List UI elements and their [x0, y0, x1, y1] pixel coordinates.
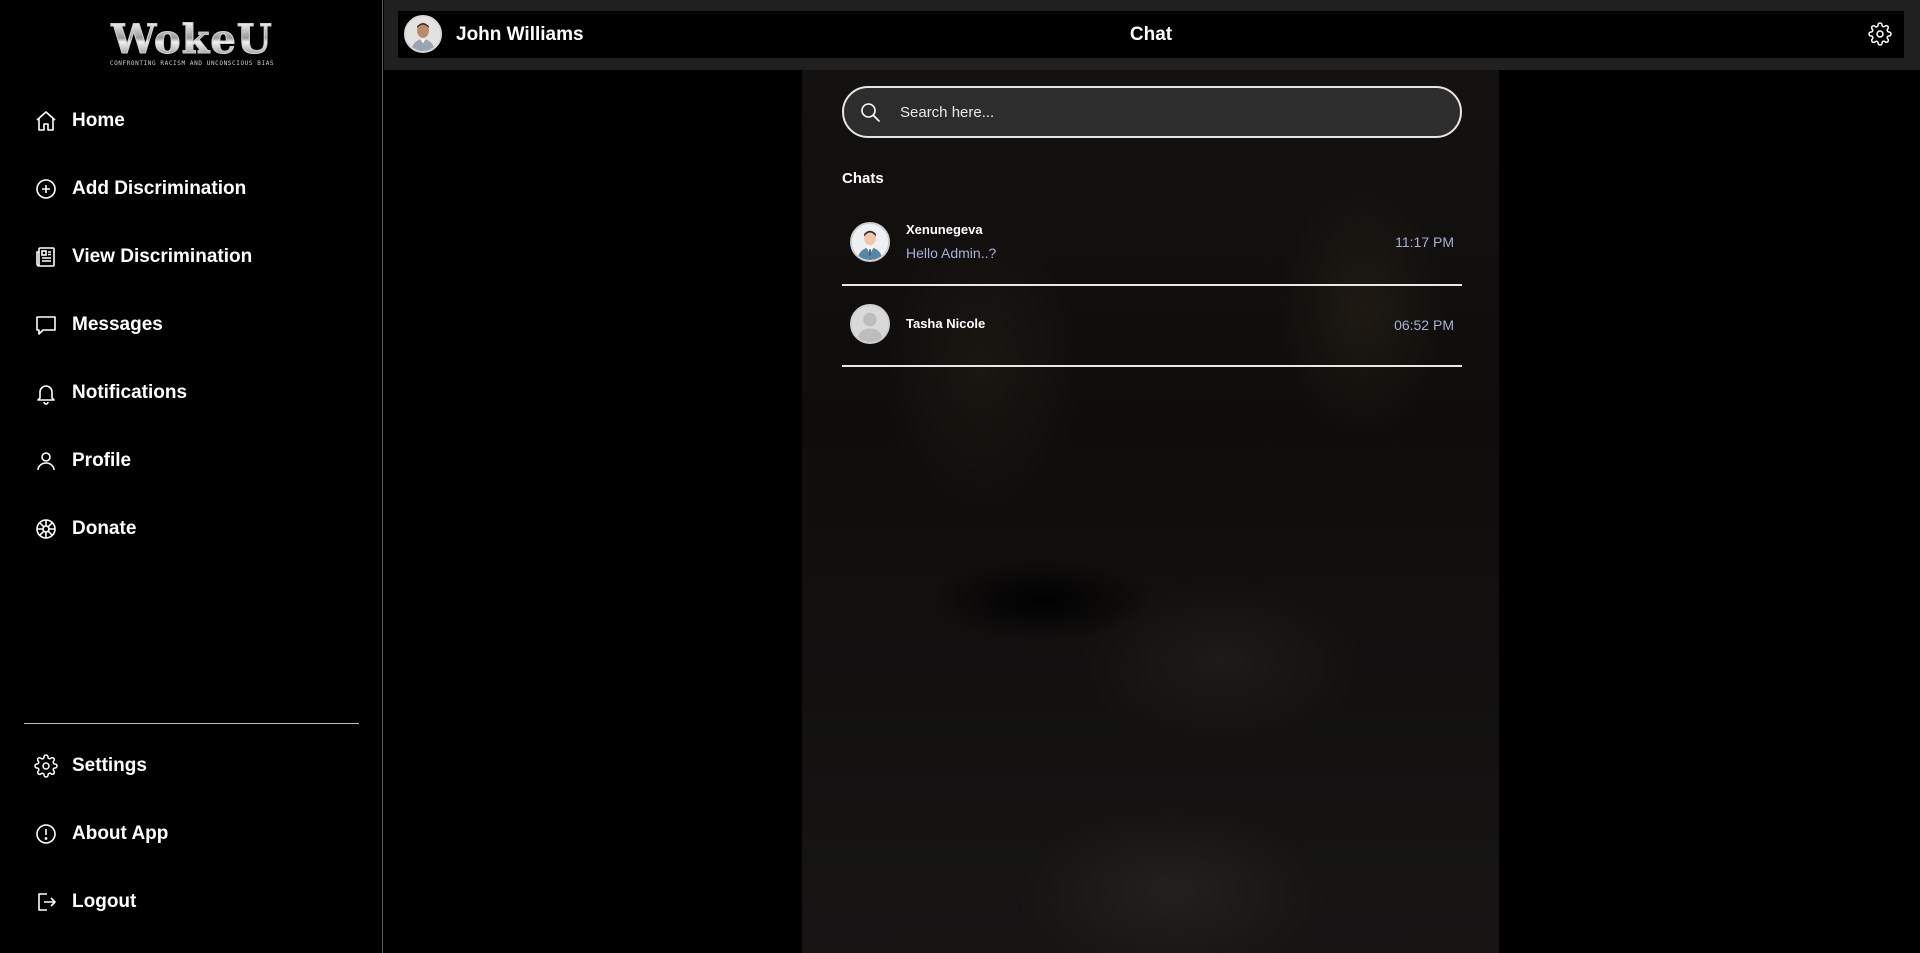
search-bar[interactable] — [842, 86, 1462, 138]
sidebar-item-home[interactable]: Home — [34, 101, 125, 141]
sidebar-item-label: Settings — [72, 755, 147, 776]
logo-tagline: CONFRONTING RACISM AND UNCONSCIOUS BIAS — [109, 60, 275, 67]
sidebar-item-logout[interactable]: Logout — [34, 882, 136, 922]
search-input[interactable] — [900, 88, 1440, 136]
chat-bubble-icon — [36, 316, 56, 335]
sidebar-item-label: Donate — [72, 518, 137, 539]
sidebar-item-label: About App — [72, 823, 169, 844]
info-circle-icon — [36, 824, 56, 844]
sidebar-item-add-discrimination[interactable]: Add Discrimination — [34, 169, 246, 209]
donate-wheel-icon — [36, 519, 56, 539]
chat-timestamp: 11:17 PM — [1395, 234, 1454, 250]
logout-icon — [38, 893, 56, 911]
sidebar-item-label: Profile — [72, 450, 132, 471]
sidebar-item-label: View Discrimination — [72, 246, 253, 267]
header-bar: John Williams Chat — [398, 11, 1904, 58]
sidebar-item-label: Messages — [72, 314, 163, 335]
search-icon — [861, 103, 880, 122]
sidebar-item-label: Logout — [72, 891, 137, 912]
app-logo[interactable]: WokeU CONFRONTING RACISM AND UNCONSCIOUS… — [104, 19, 280, 67]
chat-last-message: Hello Admin..? — [906, 245, 997, 261]
logo-wordmark: WokeU — [104, 19, 280, 60]
sidebar-item-profile[interactable]: Profile — [34, 441, 131, 481]
gear-icon — [34, 754, 58, 778]
gear-icon[interactable] — [1868, 22, 1892, 46]
sidebar: WokeU CONFRONTING RACISM AND UNCONSCIOUS… — [0, 0, 383, 953]
chat-avatar — [850, 222, 890, 262]
newspaper-icon — [36, 247, 55, 267]
chat-list-item[interactable]: Xenunegeva Hello Admin..? 11:17 PM — [842, 210, 1462, 286]
sidebar-item-notifications[interactable]: Notifications — [34, 373, 187, 413]
sidebar-item-messages[interactable]: Messages — [34, 305, 163, 345]
sidebar-item-label: Notifications — [72, 382, 188, 403]
chat-list-item[interactable]: Tasha Nicole 06:52 PM — [842, 286, 1462, 367]
sidebar-item-view-discrimination[interactable]: View Discrimination — [34, 237, 252, 277]
sidebar-item-label: Add Discrimination — [72, 178, 247, 199]
sidebar-item-about-app[interactable]: About App — [34, 814, 168, 854]
chat-background-image — [802, 70, 1499, 953]
page-title: Chat — [1129, 24, 1173, 45]
businessman-avatar-icon — [852, 224, 888, 260]
sidebar-item-settings[interactable]: Settings — [34, 746, 147, 786]
plus-circle-icon — [36, 179, 56, 199]
sidebar-divider — [24, 723, 359, 724]
user-icon — [37, 452, 55, 471]
sidebar-item-donate[interactable]: Donate — [34, 509, 136, 549]
home-icon — [36, 111, 56, 131]
bell-icon — [37, 385, 55, 405]
chat-avatar — [850, 304, 890, 344]
chat-contact-name: Tasha Nicole — [906, 316, 986, 331]
sidebar-item-label: Home — [72, 110, 125, 131]
chats-heading: Chats — [842, 170, 884, 187]
default-avatar-icon — [852, 306, 888, 342]
chat-contact-name: Xenunegeva — [906, 222, 983, 237]
chat-timestamp: 06:52 PM — [1394, 317, 1454, 333]
